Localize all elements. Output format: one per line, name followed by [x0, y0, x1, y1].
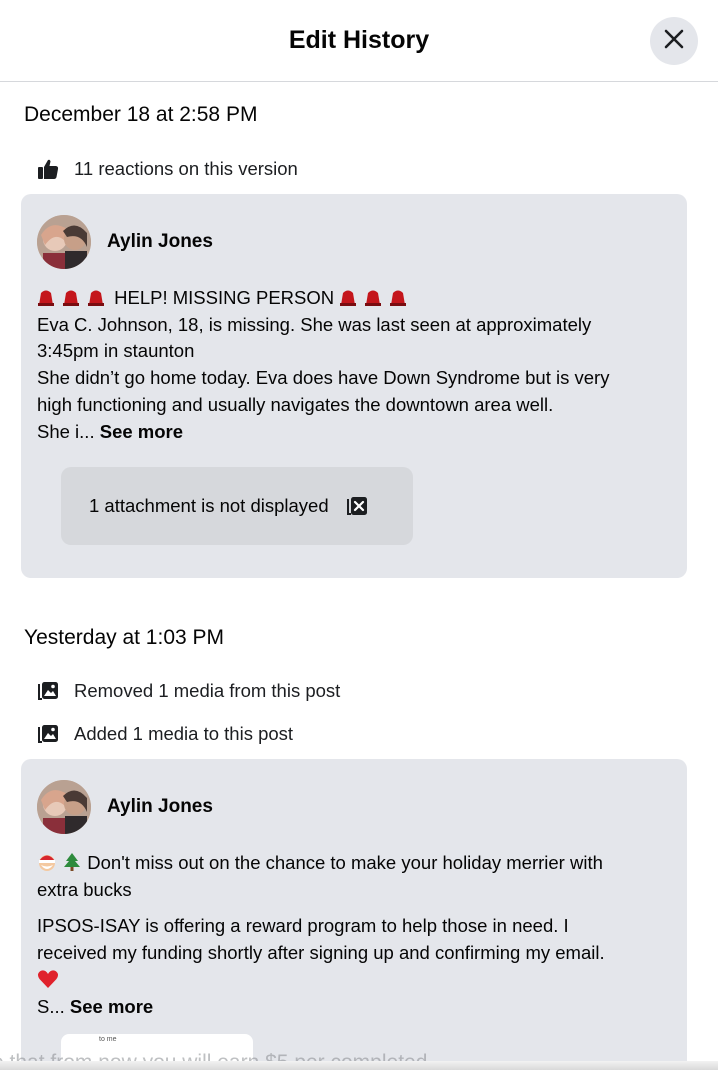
avatar[interactable]	[37, 215, 91, 269]
see-more-link[interactable]: See more	[70, 996, 153, 1017]
hidden-attachment-icon	[345, 495, 369, 517]
siren-icon	[37, 287, 109, 308]
dialog-header: Edit History	[0, 0, 718, 82]
author-name[interactable]: Aylin Jones	[107, 231, 213, 253]
post-author: Aylin Jones	[37, 780, 213, 834]
photo-icon	[36, 679, 60, 703]
close-icon	[663, 28, 685, 55]
post-line	[37, 967, 667, 994]
close-button[interactable]	[650, 17, 698, 65]
christmas-tree-icon	[62, 852, 82, 873]
thumbnail-text: to me	[99, 1036, 117, 1043]
thumbs-up-icon	[36, 157, 60, 181]
post-line: 3:45pm in staunton	[37, 340, 195, 362]
author-name[interactable]: Aylin Jones	[107, 796, 213, 818]
post-line: She didn’t go home today. Eva does have …	[37, 367, 610, 389]
post-version-card: Aylin Jones Don't miss out on the chance…	[21, 759, 687, 1070]
post-line: HELP! MISSING PERSON	[37, 285, 667, 312]
edit-history-list[interactable]: December 18 at 2:58 PM 11 reactions on t…	[0, 83, 718, 1070]
post-line: She i... See more	[37, 420, 184, 442]
post-line: received my funding shortly after signin…	[37, 942, 605, 964]
version-date: December 18 at 2:58 PM	[24, 103, 258, 126]
photo-icon	[36, 722, 60, 746]
post-version-card: Aylin Jones HELP! MISSING PERSON Eva C. …	[21, 194, 687, 578]
post-line: IPSOS-ISAY is offering a reward program …	[37, 915, 569, 937]
version-date: Yesterday at 1:03 PM	[24, 626, 225, 649]
santa-icon	[37, 852, 57, 873]
post-author: Aylin Jones	[37, 215, 213, 269]
media-removed-text: Removed 1 media from this post	[74, 680, 341, 701]
attachment-notice-text: 1 attachment is not displayed	[89, 495, 329, 516]
post-body: Don't miss out on the chance to make you…	[37, 850, 667, 1020]
post-line: extra bucks	[37, 878, 132, 900]
scroll-edge	[0, 1061, 718, 1070]
attachment-notice: 1 attachment is not displayed	[61, 467, 413, 545]
post-body: HELP! MISSING PERSON Eva C. Johnson, 18,…	[37, 285, 667, 445]
post-line: S... See more	[37, 995, 154, 1017]
reactions-text: 11 reactions on this version	[74, 158, 298, 179]
dialog-title: Edit History	[288, 26, 430, 54]
siren-icon	[339, 287, 411, 308]
post-line: Don't miss out on the chance to make you…	[37, 850, 667, 877]
red-heart-icon	[37, 969, 59, 990]
media-change-row: Added 1 media to this post	[36, 722, 293, 746]
post-line: high functioning and usually navigates t…	[37, 393, 554, 415]
see-more-link[interactable]: See more	[100, 421, 183, 442]
media-added-text: Added 1 media to this post	[74, 723, 294, 744]
reactions-row: 11 reactions on this version	[36, 157, 298, 181]
post-line: Eva C. Johnson, 18, is missing. She was …	[37, 313, 592, 335]
media-change-row: Removed 1 media from this post	[36, 679, 340, 703]
avatar[interactable]	[37, 780, 91, 834]
